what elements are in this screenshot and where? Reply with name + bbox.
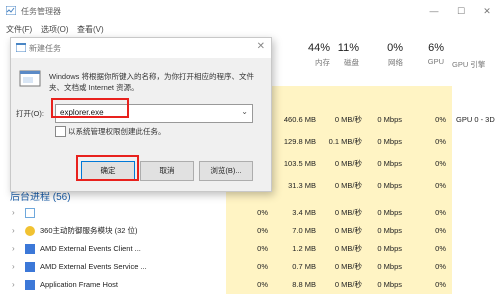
disk-cell: 0 MB/秒	[334, 181, 362, 190]
disk-cell: 0 MB/秒	[334, 115, 362, 124]
gpu-engine-pct	[452, 42, 499, 56]
cpu-cell: 0%	[257, 280, 268, 289]
close-icon[interactable]: ✕	[478, 4, 496, 18]
chevron-right-icon[interactable]: ›	[12, 274, 15, 296]
menu-view[interactable]: 查看(V)	[77, 24, 104, 35]
app-icon	[25, 262, 35, 272]
column-gpu-engine[interactable]: GPU 引擎	[452, 42, 499, 86]
net-cell: 0 Mbps	[377, 137, 402, 146]
disk-cell: 0.1 MB/秒	[328, 137, 362, 146]
dialog-title: 新建任务	[29, 44, 61, 53]
app-icon	[25, 244, 35, 254]
maximize-icon[interactable]: ☐	[452, 4, 470, 18]
engine-cell: GPU 0 - 3D	[456, 115, 495, 124]
table-row[interactable]: › Application Frame Host 0% 8.8 MB 0 MB/…	[0, 274, 499, 296]
net-cell: 0 Mbps	[377, 280, 402, 289]
new-task-dialog: 新建任务 ✕ Windows 将根据你所键入的名称，为你打开相应的程序、文件夹、…	[10, 37, 272, 192]
mem-cell: 8.8 MB	[292, 280, 316, 289]
disk-cell: 0 MB/秒	[334, 159, 362, 168]
menu-options[interactable]: 选项(O)	[41, 24, 69, 35]
mem-cell: 31.3 MB	[288, 181, 316, 190]
run-program-icon	[19, 70, 41, 87]
dialog-close-icon[interactable]: ✕	[257, 41, 265, 52]
shield-icon	[25, 226, 35, 236]
disk-cell: 0 MB/秒	[334, 280, 362, 289]
network-label: 网络	[388, 58, 403, 67]
column-disk[interactable]: 11% 磁盘	[330, 42, 359, 86]
dialog-description: Windows 将根据你所键入的名称，为你打开相应的程序、文件夹、文档或 Int…	[49, 72, 255, 92]
mem-cell: 129.8 MB	[283, 137, 316, 146]
gpu-engine-label: GPU 引擎	[452, 60, 486, 69]
admin-checkbox-label: 以系统管理权限创建此任务。	[68, 127, 166, 136]
browse-button[interactable]: 浏览(B)...	[199, 161, 253, 181]
open-label: 打开(O):	[16, 109, 44, 118]
process-name: Application Frame Host	[40, 280, 118, 289]
admin-checkbox[interactable]	[55, 126, 66, 137]
menu-bar: 文件(F) 选项(O) 查看(V)	[0, 22, 499, 36]
memory-label: 内存	[315, 58, 330, 67]
title-bar: 任务管理器 — ☐ ✕	[0, 0, 499, 22]
gpu-pct: 6%	[428, 42, 444, 54]
gpu-cell: 0%	[435, 280, 446, 289]
minimize-icon[interactable]: —	[425, 4, 443, 18]
gpu-cell: 0%	[435, 115, 446, 124]
mem-cell: 460.6 MB	[283, 115, 316, 124]
column-network[interactable]: 0% 网络	[363, 42, 403, 86]
disk-pct: 11%	[337, 42, 359, 54]
app-icon	[25, 280, 35, 290]
gpu-label: GPU	[427, 57, 444, 66]
gpu-cell: 0%	[435, 159, 446, 168]
window-title: 任务管理器	[21, 7, 61, 16]
column-memory[interactable]: 44% 内存	[268, 42, 330, 86]
net-cell: 0 Mbps	[377, 115, 402, 124]
ok-highlight	[76, 155, 139, 181]
network-pct: 0%	[387, 42, 403, 54]
net-cell: 0 Mbps	[377, 181, 402, 190]
memory-pct: 44%	[307, 42, 330, 54]
gpu-cell: 0%	[435, 181, 446, 190]
gpu-cell: 0%	[435, 137, 446, 146]
menu-file[interactable]: 文件(F)	[6, 24, 32, 35]
net-cell: 0 Mbps	[377, 159, 402, 168]
gear-icon	[25, 208, 35, 218]
dialog-title-bar: 新建任务 ✕	[11, 38, 271, 58]
input-highlight	[51, 98, 129, 118]
run-icon	[16, 43, 26, 52]
column-gpu[interactable]: 6% GPU	[406, 42, 444, 86]
cancel-button[interactable]: 取消	[140, 161, 194, 181]
disk-label: 磁盘	[344, 58, 359, 67]
chevron-down-icon[interactable]: ⌄	[241, 107, 248, 116]
task-manager-icon	[6, 6, 16, 15]
mem-cell: 103.5 MB	[283, 159, 316, 168]
